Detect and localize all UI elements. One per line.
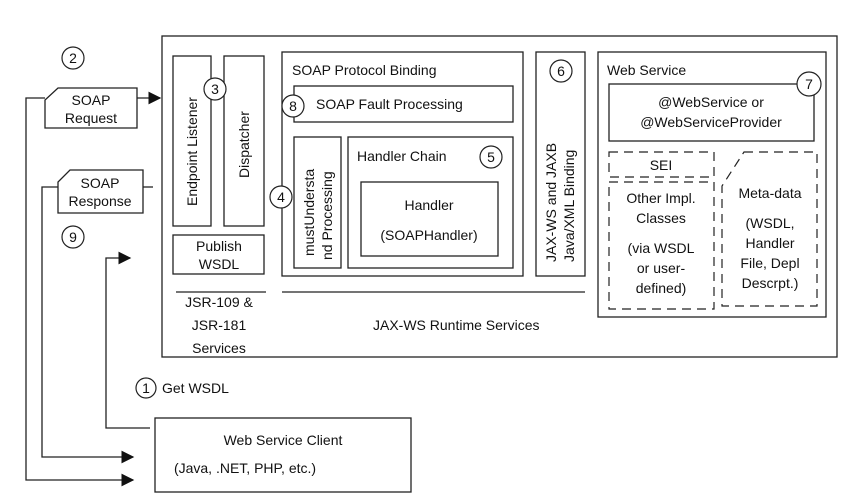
web-service-client-box xyxy=(154,417,412,493)
get-wsdl-line xyxy=(105,251,150,429)
get-wsdl-label: Get WSDL xyxy=(162,380,229,396)
runtime-services-label: JAX-WS Runtime Services xyxy=(373,317,539,333)
step-9-badge: 9 xyxy=(61,225,85,249)
jaxws-jaxb-label: JAX-WS and JAXB xyxy=(543,143,559,262)
annotation-label: @WebServiceProvider xyxy=(640,114,782,130)
publish-wsdl-label: Publish xyxy=(196,238,242,254)
step-1-badge: 1 xyxy=(135,377,157,399)
svg-text:Meta-data: Meta-data xyxy=(738,185,801,201)
svg-text:6: 6 xyxy=(557,63,565,79)
annotation-label: @WebService or xyxy=(658,94,764,110)
svg-text:4: 4 xyxy=(277,189,285,205)
must-understand-label: mustUndersta xyxy=(301,169,317,256)
jsr-label: JSR-181 xyxy=(192,317,247,333)
svg-text:Other Impl.: Other Impl. xyxy=(626,190,695,206)
other-impl-text: Other Impl. Classes (via WSDL or user- d… xyxy=(626,190,695,296)
soap-response-label: SOAP xyxy=(81,175,120,191)
svg-text:(via WSDL: (via WSDL xyxy=(628,240,695,256)
step-7-badge: 7 xyxy=(796,71,822,97)
svg-text:Classes: Classes xyxy=(636,210,686,226)
svg-text:File, Depl: File, Depl xyxy=(740,255,799,271)
jsr-label: Services xyxy=(192,340,246,356)
soap-response-label: Response xyxy=(68,193,131,209)
svg-text:2: 2 xyxy=(69,50,77,66)
handler-label: (SOAPHandler) xyxy=(380,227,477,243)
svg-text:3: 3 xyxy=(211,81,219,97)
client-platforms-label: (Java, .NET, PHP, etc.) xyxy=(174,460,316,476)
svg-text:7: 7 xyxy=(805,76,813,92)
step-8-badge: 8 xyxy=(281,94,305,118)
svg-text:9: 9 xyxy=(69,229,77,245)
annotation-box xyxy=(608,83,815,142)
svg-text:1: 1 xyxy=(142,380,150,396)
svg-text:Handler: Handler xyxy=(745,235,794,251)
handler-chain-label: Handler Chain xyxy=(357,148,447,164)
jsr-label: JSR-109 & xyxy=(185,294,253,310)
client-label: Web Service Client xyxy=(224,432,343,448)
handler-label: Handler xyxy=(404,197,453,213)
step-5-badge: 5 xyxy=(479,145,503,169)
metadata-text: Meta-data (WSDL, Handler File, Depl Desc… xyxy=(738,185,801,291)
dispatcher-label: Dispatcher xyxy=(236,111,252,178)
step-4-badge: 4 xyxy=(269,185,293,209)
jaxws-jaxb-label: Java/XML Binding xyxy=(561,150,577,262)
svg-text:5: 5 xyxy=(487,149,495,165)
jaxws-architecture-diagram: SOAP Request SOAP Response Endpoint List… xyxy=(25,35,838,493)
svg-text:8: 8 xyxy=(289,98,297,114)
step-3-badge: 3 xyxy=(203,77,227,101)
sei-label: SEI xyxy=(650,157,673,173)
step-2-badge: 2 xyxy=(61,46,85,70)
must-understand-label: nd Processing xyxy=(319,171,335,260)
step-6-badge: 6 xyxy=(549,59,573,83)
svg-text:defined): defined) xyxy=(636,280,687,296)
svg-text:or user-: or user- xyxy=(637,260,686,276)
publish-wsdl-label: WSDL xyxy=(199,256,240,272)
handler-box xyxy=(360,181,499,257)
soap-protocol-binding-label: SOAP Protocol Binding xyxy=(292,62,437,78)
response-line xyxy=(41,186,135,464)
endpoint-listener-label: Endpoint Listener xyxy=(184,97,200,206)
soap-request-label: Request xyxy=(65,110,117,126)
soap-fault-processing-label: SOAP Fault Processing xyxy=(316,96,463,112)
soap-request-label: SOAP xyxy=(72,92,111,108)
svg-text:(WSDL,: (WSDL, xyxy=(746,215,795,231)
svg-text:Descrpt.): Descrpt.) xyxy=(742,275,799,291)
web-service-label: Web Service xyxy=(607,62,686,78)
